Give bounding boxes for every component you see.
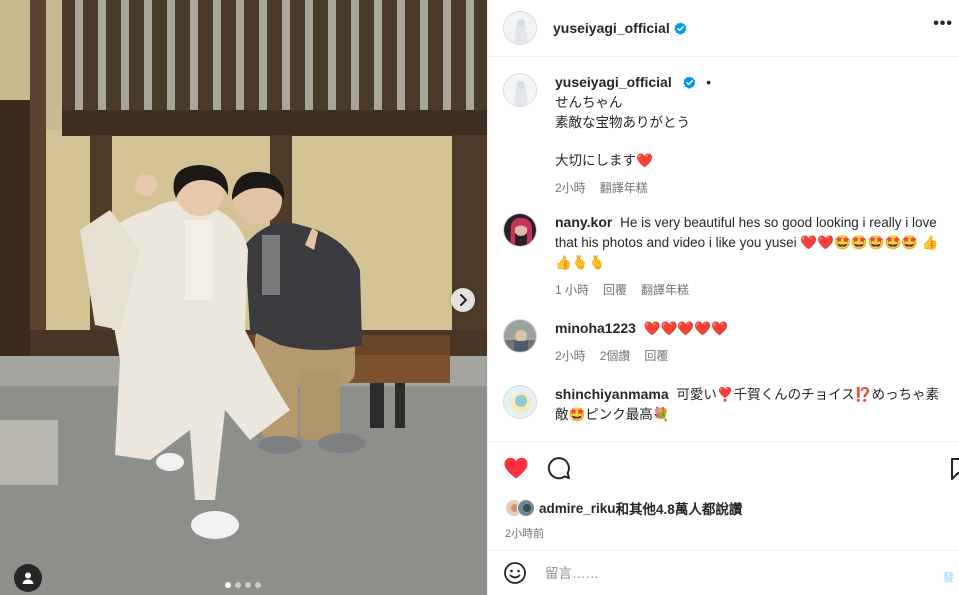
save-button[interactable] bbox=[951, 458, 959, 483]
commenter-avatar[interactable] bbox=[503, 385, 537, 419]
reply-button[interactable]: 回覆 bbox=[644, 346, 668, 366]
translate-button[interactable]: 翻譯年糕 bbox=[641, 280, 689, 300]
comments-section: yuseiyagi_official • せんちゃん 素敵な宝物ありがとう 大切… bbox=[488, 58, 959, 440]
carousel-dot bbox=[245, 582, 251, 588]
comment-composer: 發 bbox=[488, 550, 959, 595]
commenter-avatar[interactable] bbox=[503, 213, 537, 247]
post-comment-button[interactable]: 發 bbox=[943, 569, 954, 585]
post-timestamp[interactable]: 2小時前 bbox=[505, 525, 544, 541]
author-username[interactable]: yuseiyagi_official bbox=[553, 20, 670, 36]
verified-badge-icon bbox=[674, 21, 687, 35]
post-side-panel: yuseiyagi_official ••• yuseiyagi_officia… bbox=[487, 0, 959, 595]
caption-time[interactable]: 2小時 bbox=[555, 178, 586, 198]
verified-badge-icon bbox=[683, 76, 696, 89]
comment-username[interactable]: shinchiyanmama bbox=[555, 386, 669, 402]
chevron-right-icon bbox=[460, 294, 467, 306]
commenter-avatar[interactable] bbox=[503, 319, 537, 353]
comment-username[interactable]: minoha1223 bbox=[555, 320, 636, 336]
post-actions: admire_riku 和其他4.8萬人都說讚 2小時前 bbox=[488, 441, 959, 551]
comment-text: He is very beautiful hes so good looking… bbox=[555, 215, 939, 270]
heart-filled-icon bbox=[504, 457, 528, 479]
comment-icon bbox=[547, 457, 570, 480]
caption-username[interactable]: yuseiyagi_official bbox=[555, 74, 672, 90]
carousel-dot bbox=[255, 582, 261, 588]
liked-by[interactable]: admire_riku 和其他4.8萬人都說讚 bbox=[505, 498, 742, 518]
comment-likes-count[interactable]: 2個讚 bbox=[600, 346, 631, 366]
liked-by-count[interactable]: 和其他4.8萬人都說讚 bbox=[616, 498, 743, 518]
liker-avatar bbox=[517, 499, 535, 517]
emoji-icon[interactable] bbox=[503, 561, 527, 585]
caption: yuseiyagi_official • せんちゃん 素敵な宝物ありがとう 大切… bbox=[503, 72, 950, 198]
more-icon[interactable]: ••• bbox=[933, 15, 953, 33]
user-tag-button[interactable] bbox=[14, 564, 42, 592]
caption-line: せんちゃん bbox=[555, 95, 623, 110]
post-header: yuseiyagi_official ••• bbox=[488, 0, 959, 57]
dot-separator: • bbox=[706, 75, 711, 90]
bookmark-icon bbox=[951, 458, 959, 480]
user-tag-icon bbox=[22, 572, 34, 584]
author-avatar[interactable] bbox=[503, 11, 537, 45]
comment-item: shinchiyanmama 可愛い❣️千賀くんのチョイス⁉️めっちゃ素敵🤩ピン… bbox=[503, 384, 950, 425]
caption-line: 大切にします❤️ bbox=[555, 153, 653, 168]
comment-item: nany.kor He is very beautiful hes so goo… bbox=[503, 212, 950, 300]
comment-item: minoha1223 ❤️❤️❤️❤️❤️ 2小時 2個讚 回覆 bbox=[503, 318, 950, 366]
caption-line: 素敵な宝物ありがとう bbox=[555, 115, 690, 130]
author-avatar[interactable] bbox=[503, 73, 537, 107]
caption-line bbox=[555, 133, 950, 151]
comment-input[interactable] bbox=[545, 565, 925, 581]
comment-time[interactable]: 1 小時 bbox=[555, 280, 589, 300]
carousel-dot bbox=[235, 582, 241, 588]
comment-text: ❤️❤️❤️❤️❤️ bbox=[643, 321, 728, 336]
carousel-next-button[interactable] bbox=[451, 288, 475, 312]
comment-button[interactable] bbox=[547, 456, 571, 483]
liked-by-user[interactable]: admire_riku bbox=[539, 501, 616, 516]
comment-time[interactable]: 2小時 bbox=[555, 346, 586, 366]
like-button[interactable] bbox=[503, 456, 529, 483]
reply-button[interactable]: 回覆 bbox=[603, 280, 627, 300]
photo-scene bbox=[0, 0, 487, 595]
carousel-indicator bbox=[225, 582, 261, 588]
translate-button[interactable]: 翻譯年糕 bbox=[600, 178, 648, 198]
comment-username[interactable]: nany.kor bbox=[555, 214, 612, 230]
carousel-dot-active bbox=[225, 582, 231, 588]
post-photo[interactable] bbox=[0, 0, 487, 595]
